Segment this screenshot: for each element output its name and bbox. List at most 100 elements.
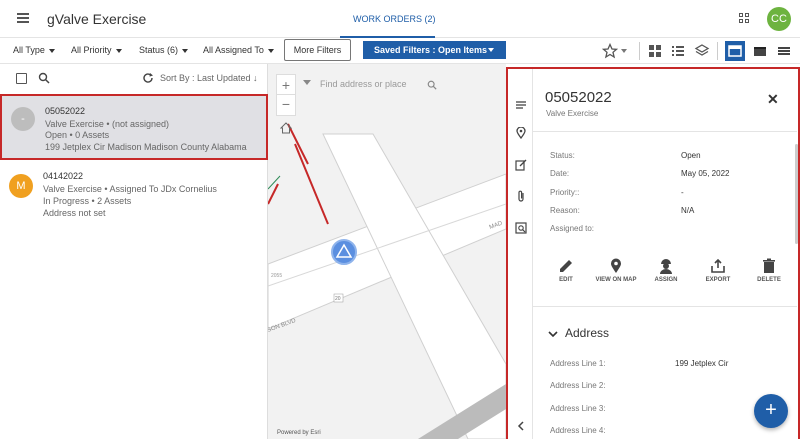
trash-icon	[763, 258, 775, 273]
street-label: 20	[335, 296, 341, 302]
list-item-04142022[interactable]: M 04142022 Valve Exercise • Assigned To …	[0, 163, 268, 229]
collapse-chevron-icon[interactable]	[515, 420, 527, 432]
attachment-icon[interactable]	[515, 190, 527, 202]
street-label: 2055	[271, 273, 282, 279]
chevron-down-icon[interactable]	[548, 329, 558, 339]
address-value: 199 Jetplex Cir	[675, 359, 729, 368]
divider	[717, 42, 718, 60]
zoom-control: + −	[276, 74, 296, 116]
status-filter-label: Status (6)	[139, 45, 179, 55]
search-icon[interactable]	[38, 72, 50, 84]
address-section-title[interactable]: Address	[565, 326, 609, 340]
qr-code-icon[interactable]	[739, 13, 749, 23]
app-title: gValve Exercise	[47, 11, 147, 27]
detail-subtitle: Valve Exercise	[546, 109, 599, 118]
grid-view-icon[interactable]	[647, 43, 663, 59]
list-item-title: 04142022	[43, 171, 84, 181]
address-label: Address Line 4:	[550, 426, 606, 435]
map-pin-icon	[611, 258, 621, 273]
edit-note-icon[interactable]	[515, 159, 527, 171]
field-value-date: May 05, 2022	[681, 169, 730, 178]
details-list-icon[interactable]	[515, 99, 527, 111]
priority-filter-label: All Priority	[71, 45, 112, 55]
list-item-type-assignee: Valve Exercise • (not assigned)	[45, 119, 170, 129]
view-on-map-label: VIEW ON MAP	[595, 277, 637, 283]
chevron-down-icon	[115, 48, 122, 53]
chevron-down-icon	[267, 48, 274, 53]
edit-button[interactable]: EDIT	[541, 257, 591, 283]
edit-label: EDIT	[559, 277, 573, 283]
select-all-checkbox[interactable]	[16, 73, 27, 84]
location-pin-icon[interactable]	[515, 127, 527, 139]
close-icon[interactable]: ✕	[767, 91, 779, 108]
assigned-filter-label: All Assigned To	[203, 45, 264, 55]
assign-button[interactable]: ASSIGN	[641, 257, 691, 283]
zoom-out-button[interactable]: −	[277, 95, 295, 115]
chevron-down-icon[interactable]	[621, 49, 627, 53]
search-icon[interactable]	[427, 80, 437, 90]
list-item-status-assets: Open • 0 Assets	[45, 130, 110, 140]
divider	[533, 131, 797, 132]
table-view-icon[interactable]	[776, 43, 792, 59]
divider	[639, 42, 640, 60]
chevron-down-icon	[182, 48, 189, 53]
sort-by-dropdown[interactable]: Sort By : Last Updated ↓	[160, 73, 258, 83]
list-item-title: 05052022	[45, 106, 86, 116]
map-attribution: Powered by Esri	[277, 430, 321, 436]
field-value-reason: N/A	[681, 206, 695, 215]
map-view[interactable]: SON BLVD MAD 2055 20	[268, 64, 506, 439]
menu-icon[interactable]	[17, 13, 29, 23]
status-filter-dropdown[interactable]: Status (6)	[139, 45, 189, 55]
add-work-order-button[interactable]: +	[754, 394, 788, 428]
star-icon[interactable]	[602, 43, 618, 59]
divider	[533, 306, 797, 307]
field-label: Reason:	[550, 206, 580, 215]
home-icon[interactable]	[280, 122, 292, 134]
tab-work-orders[interactable]: WORK ORDERS (2)	[353, 14, 436, 24]
assigned-filter-dropdown[interactable]: All Assigned To	[203, 45, 274, 55]
list-toolbar: Sort By : Last Updated ↓	[0, 64, 268, 92]
map-view-icon[interactable]	[752, 43, 768, 59]
pencil-icon	[560, 260, 572, 272]
list-item-05052022[interactable]: - 05052022 Valve Exercise • (not assigne…	[0, 94, 268, 160]
refresh-icon[interactable]	[142, 72, 154, 84]
chevron-down-icon	[488, 48, 494, 52]
address-label: Address Line 2:	[550, 381, 606, 390]
field-label: Assigned to:	[550, 224, 595, 233]
more-filters-button[interactable]: More Filters	[284, 39, 351, 61]
map-search-placeholder: Find address or place	[320, 79, 407, 89]
layers-icon[interactable]	[694, 43, 710, 59]
view-on-map-button[interactable]: VIEW ON MAP	[591, 257, 641, 283]
list-view-icon[interactable]	[670, 43, 686, 59]
split-view-button[interactable]	[725, 41, 745, 61]
field-value-status: Open	[681, 151, 701, 160]
export-icon	[711, 258, 725, 273]
saved-filters-dropdown[interactable]: Saved Filters : Open Items	[363, 41, 506, 59]
address-label: Address Line 1:	[550, 359, 606, 368]
field-value-priority: -	[681, 188, 684, 197]
scrollbar[interactable]	[795, 144, 798, 244]
map-roads: SON BLVD MAD 2055 20	[268, 123, 506, 439]
chevron-down-icon	[48, 48, 55, 53]
user-avatar[interactable]: CC	[767, 7, 791, 31]
list-item-type-assignee: Valve Exercise • Assigned To JDx Corneli…	[43, 184, 217, 194]
work-order-map-marker[interactable]	[331, 239, 357, 265]
zoom-in-button[interactable]: +	[277, 75, 295, 95]
assign-label: ASSIGN	[654, 277, 678, 283]
type-filter-dropdown[interactable]: All Type	[13, 45, 55, 55]
type-filter-label: All Type	[13, 45, 45, 55]
delete-button[interactable]: DELETE	[744, 257, 794, 283]
split-view-icon	[728, 45, 742, 57]
export-button[interactable]: EXPORT	[693, 257, 743, 283]
top-app-bar: gValve Exercise WORK ORDERS (2) CC	[0, 0, 800, 38]
list-item-status-assets: In Progress • 2 Assets	[43, 196, 132, 206]
worker-icon	[660, 259, 672, 274]
saved-filters-label: Saved Filters : Open Items	[374, 45, 488, 55]
export-label: EXPORT	[705, 277, 731, 283]
avatar: M	[9, 174, 33, 198]
avatar: -	[11, 107, 35, 131]
work-order-detail-panel: 05052022 Valve Exercise ✕ Status: Open D…	[506, 67, 800, 439]
inspection-search-icon[interactable]	[515, 222, 527, 234]
priority-filter-dropdown[interactable]: All Priority	[71, 45, 122, 55]
location-marker-icon	[335, 243, 353, 258]
